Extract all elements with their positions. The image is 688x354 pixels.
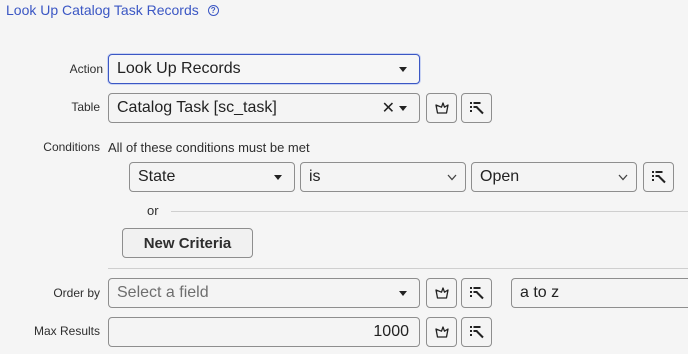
max-results-lookup-button[interactable] (461, 317, 492, 347)
order-direction-value: a to z (520, 284, 560, 301)
conditions-label: Conditions (43, 140, 100, 154)
order-by-label: Order by (53, 286, 100, 300)
max-results-input[interactable]: 1000 (108, 317, 420, 347)
help-circle-icon[interactable]: ? (207, 4, 219, 16)
condition-value-value: Open (480, 168, 520, 185)
action-label: Action (69, 62, 103, 76)
condition-field-value: State (138, 168, 176, 185)
condition-operator-select[interactable]: is (300, 162, 466, 192)
list-search-icon (469, 102, 484, 115)
table-select-value: Catalog Task [sc_task] (117, 99, 277, 116)
data-pill-icon (434, 326, 449, 338)
data-pill-icon (434, 102, 449, 114)
list-search-icon (469, 287, 484, 300)
condition-field-select[interactable]: State (129, 162, 295, 192)
order-by-data-pill-button[interactable] (426, 278, 457, 308)
or-label: or (147, 203, 159, 218)
condition-value-select[interactable]: Open (471, 162, 637, 192)
reference-lookup-button[interactable] (461, 93, 492, 123)
chevron-down-icon (618, 174, 628, 180)
page-title-row: Look Up Catalog Task Records ? (6, 2, 219, 18)
condition-lookup-button[interactable] (643, 162, 674, 192)
order-by-lookup-button[interactable] (461, 278, 492, 308)
caret-down-icon (274, 174, 282, 180)
table-label: Table (71, 100, 100, 114)
action-select-value: Look Up Records (117, 60, 241, 77)
order-by-select[interactable]: Select a field (108, 278, 420, 308)
list-search-icon (469, 326, 484, 339)
caret-down-icon (399, 66, 407, 72)
action-select[interactable]: Look Up Records (108, 54, 420, 84)
section-divider (108, 268, 688, 269)
conditions-description: All of these conditions must be met (108, 140, 310, 155)
max-results-label: Max Results (33, 324, 100, 338)
order-by-placeholder: Select a field (117, 284, 209, 301)
max-results-data-pill-button[interactable] (426, 317, 457, 347)
table-select[interactable]: Catalog Task [sc_task] ✕ (108, 93, 420, 123)
order-direction-select[interactable]: a to z (511, 278, 688, 308)
data-pill-picker-button[interactable] (426, 93, 457, 123)
data-pill-icon (434, 287, 449, 299)
new-criteria-button[interactable]: New Criteria (122, 228, 253, 258)
or-divider (171, 211, 688, 212)
chevron-down-icon (447, 174, 457, 180)
list-search-icon (651, 171, 666, 184)
condition-operator-value: is (309, 168, 321, 185)
caret-down-icon (399, 290, 407, 296)
clear-icon[interactable]: ✕ (382, 98, 395, 118)
caret-down-icon (399, 105, 407, 111)
max-results-value: 1000 (373, 323, 409, 340)
page-title: Look Up Catalog Task Records (6, 2, 199, 18)
